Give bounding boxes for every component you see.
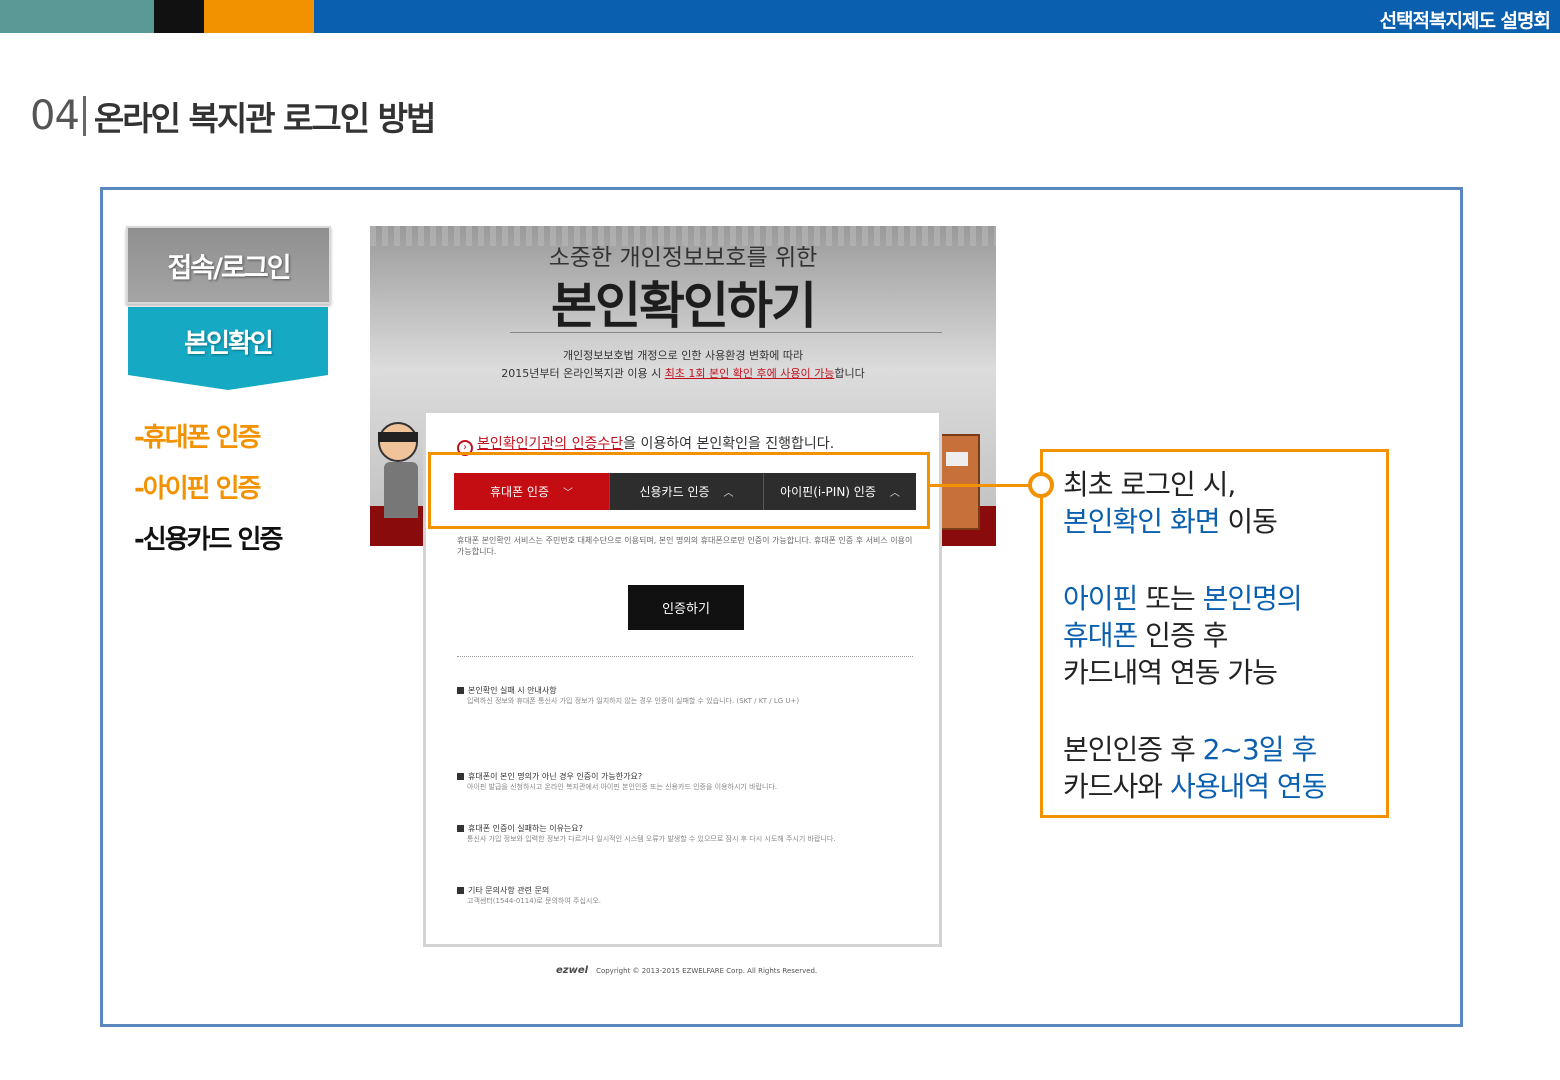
desc-prefix: 2015년부터 온라인복지관 이용 시 xyxy=(501,367,665,380)
footer-copyright: Copyright © 2013-2015 EZWELFARE Corp. Al… xyxy=(596,967,818,975)
faq-item: 휴대폰 인증이 실패하는 이유는요? 통신사 가입 정보와 입력한 정보가 다르… xyxy=(457,823,917,844)
faq-answer: 통신사 가입 정보와 입력한 정보가 다르거나 일시적인 시스템 오류가 발생할… xyxy=(467,835,836,843)
faq-item: 기타 문의사항 관련 문의 고객센터(1544-0114)로 문의하여 주십시오… xyxy=(457,885,917,906)
thief-mask xyxy=(378,432,418,442)
faq-answer: 고객센터(1544-0114)로 문의하여 주십시오. xyxy=(467,897,602,905)
faq-answer: 입력하신 정보와 휴대폰 통신사 가입 정보가 일치하지 않는 경우 인증이 실… xyxy=(467,697,800,705)
footer-logo: ezwel xyxy=(556,965,589,976)
thief-illustration xyxy=(372,422,428,518)
intro-rest: 을 이용하여 본인확인을 진행합니다. xyxy=(623,436,835,452)
callout-line: 최초 로그인 시, xyxy=(1063,468,1236,501)
callout-plain: 카드사와 xyxy=(1063,770,1170,803)
callout-emphasis: 2~3일 후 xyxy=(1202,733,1318,766)
bar-segment-orange xyxy=(204,0,314,33)
desc-highlight: 최초 1회 본인 확인 후에 사용이 가능 xyxy=(664,367,835,380)
thief-body xyxy=(384,462,418,518)
desc-suffix: 합니다 xyxy=(834,367,865,380)
thief-head xyxy=(378,422,418,462)
callout-line: 카드내역 연동 가능 xyxy=(1063,656,1278,689)
tabs-highlight-box xyxy=(428,452,930,529)
faq-question: 기타 문의사항 관련 문의 xyxy=(457,885,917,896)
callout-anchor-dot xyxy=(1028,472,1054,498)
top-color-bar: 선택적복지제도 설명회 xyxy=(0,0,1560,33)
bar-segment-black xyxy=(154,0,204,33)
faq-question: 휴대폰 인증이 실패하는 이유는요? xyxy=(457,823,917,834)
bar-segment-blue: 선택적복지제도 설명회 xyxy=(314,0,1560,33)
callout-emphasis: 본인명의 xyxy=(1202,582,1303,615)
callout-plain: 인증 후 xyxy=(1137,619,1228,652)
callout-connector xyxy=(930,484,1030,487)
page-title: 온라인 복지관 로그인 방법 xyxy=(93,99,436,138)
confirm-button[interactable]: 인증하기 xyxy=(628,585,744,630)
faq-item: 휴대폰이 본인 명의가 아닌 경우 인증이 가능한가요? 아이핀 발급을 신청하… xyxy=(457,771,917,792)
step-login: 접속/로그인 xyxy=(126,226,331,304)
dotted-divider xyxy=(457,656,913,657)
heading-divider xyxy=(82,96,86,136)
section-number: 04 xyxy=(30,93,80,139)
step-login-label: 접속/로그인 xyxy=(167,252,291,284)
faq-answer: 아이핀 발급을 신청하시고 온라인 복지관에서 아이핀 본인인증 또는 신용카드… xyxy=(467,783,778,791)
callout-plain: 이동 xyxy=(1219,505,1278,538)
banner-title: 본인확인하기 xyxy=(551,277,817,335)
callout-plain: 본인인증 후 xyxy=(1063,733,1203,766)
phone-notice: 휴대폰 본인확인 서비스는 주민번호 대체수단으로 이용되며, 본인 명의의 휴… xyxy=(457,536,913,556)
screen-footer: ezwel Copyright © 2013-2015 EZWELFARE Cor… xyxy=(556,965,817,976)
brand-title: 선택적복지제도 설명회 xyxy=(1379,10,1551,32)
method-ipin: -아이핀 인증 xyxy=(134,474,261,504)
intro-highlight: 본인확인기관의 인증수단 xyxy=(477,436,624,452)
banner-desc-1: 개인정보보호법 개정으로 인한 사용환경 변화에 따라 xyxy=(562,349,804,362)
auth-methods-list: -휴대폰 인증 -아이핀 인증 -신용카드 인증 xyxy=(134,418,283,571)
banner-rule xyxy=(510,332,942,333)
callout-line: 아이핀 또는 본인명의 xyxy=(1063,580,1326,617)
callout-spacer xyxy=(1063,540,1326,580)
banner-desc-2: 2015년부터 온라인복지관 이용 시 최초 1회 본인 확인 후에 사용이 가… xyxy=(370,365,996,381)
page-heading: 04 온라인 복지관 로그인 방법 xyxy=(30,92,436,140)
step-identity-label: 본인확인 xyxy=(184,329,274,359)
slide: 선택적복지제도 설명회 04 온라인 복지관 로그인 방법 접속/로그인 본인확… xyxy=(0,0,1560,1080)
method-card: -신용카드 인증 xyxy=(134,525,283,555)
faq-question: 휴대폰이 본인 명의가 아닌 경우 인증이 가능한가요? xyxy=(457,771,917,782)
faq-item: 본인확인 실패 시 안내사항 입력하신 정보와 휴대폰 통신사 가입 정보가 일… xyxy=(457,685,917,706)
callout-line: 본인확인 화면 이동 xyxy=(1063,503,1326,540)
callout-emphasis: 휴대폰 xyxy=(1063,619,1138,652)
callout-text: 최초 로그인 시, 본인확인 화면 이동 아이핀 또는 본인명의 휴대폰 인증 … xyxy=(1063,466,1327,805)
callout-spacer xyxy=(1063,691,1326,731)
callout-emphasis: 본인확인 화면 xyxy=(1063,505,1220,538)
callout-line: 휴대폰 인증 후 xyxy=(1063,617,1326,654)
callout-emphasis: 사용내역 연동 xyxy=(1169,770,1327,803)
callout-line: 카드사와 사용내역 연동 xyxy=(1063,768,1327,805)
method-phone: -휴대폰 인증 xyxy=(134,423,261,453)
door-illustration xyxy=(936,434,980,530)
callout-box: 최초 로그인 시, 본인확인 화면 이동 아이핀 또는 본인명의 휴대폰 인증 … xyxy=(1040,449,1389,818)
door-window xyxy=(946,452,968,466)
callout-emphasis: 아이핀 xyxy=(1063,582,1138,615)
callout-line: 본인인증 후 2~3일 후 xyxy=(1063,731,1326,768)
step-identity: 본인확인 xyxy=(128,307,328,390)
bar-segment-teal xyxy=(0,0,154,33)
callout-plain: 또는 xyxy=(1137,582,1203,615)
faq-question: 본인확인 실패 시 안내사항 xyxy=(457,685,917,696)
